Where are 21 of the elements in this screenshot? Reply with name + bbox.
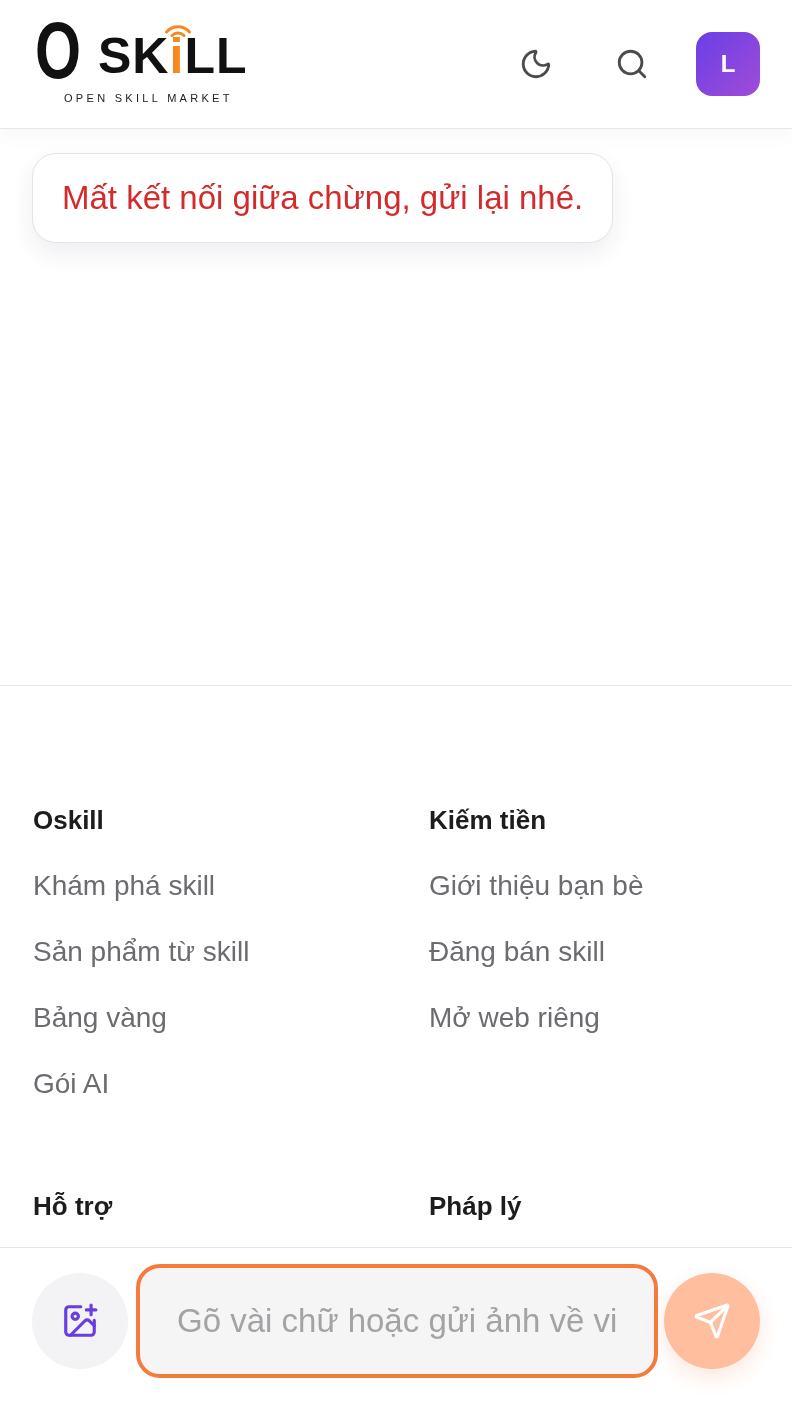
footer-link[interactable]: Giới thiệu bạn bè [429,870,644,902]
error-message: Mất kết nối giữa chừng, gửi lại nhé. [32,153,614,243]
footer-link[interactable]: Sản phẩm từ skill [33,936,250,968]
footer-link[interactable]: Mở web riêng [429,1002,600,1034]
footer-link[interactable]: Khám phá skill [33,870,216,902]
search-icon [615,47,649,81]
image-plus-icon [61,1302,99,1340]
footer-heading: Oskill [33,804,104,836]
footer-link[interactable]: Đăng bán skill [429,936,605,968]
logo-wordmark: SKiLL [98,38,248,74]
avatar-button[interactable]: L [696,32,760,96]
footer-heading: Hỗ trợ [33,1190,113,1222]
send-icon [693,1302,731,1340]
moon-icon [519,47,553,81]
message-input[interactable]: Gõ vài chữ hoặc gửi ảnh về vi [136,1264,658,1378]
footer-link[interactable]: Bảng vàng [33,1002,167,1034]
wifi-icon [164,23,192,37]
footer-link[interactable]: Gói AI [33,1068,110,1100]
footer-heading: Kiếm tiền [429,804,547,836]
footer-heading: Pháp lý [429,1190,522,1222]
logo-tagline: OPEN SKILL MARKET [64,92,233,104]
